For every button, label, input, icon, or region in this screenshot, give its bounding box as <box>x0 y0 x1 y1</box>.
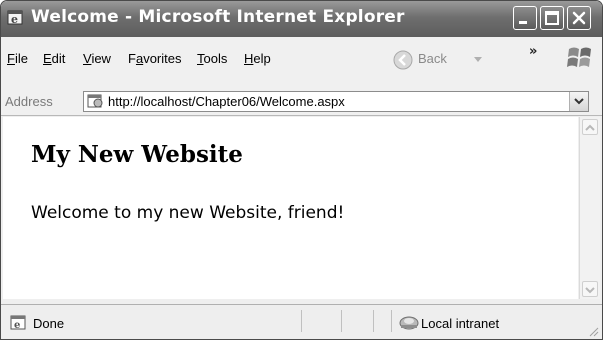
menu-access-key: F <box>7 51 15 66</box>
menu-access-key: E <box>43 51 52 66</box>
toolbar-overflow-chevron[interactable]: » <box>529 44 537 59</box>
chevron-down-icon <box>574 98 584 105</box>
maximize-button[interactable] <box>540 6 564 30</box>
menu-bar: File Edit View Favorites Tools Help Back… <box>1 37 602 90</box>
menu-tools[interactable]: Tools <box>197 51 227 66</box>
menu-edit[interactable]: Edit <box>43 51 65 66</box>
back-button[interactable]: Back <box>390 49 500 71</box>
minimize-button[interactable] <box>513 6 537 30</box>
svg-text:e: e <box>11 13 18 26</box>
resize-grip-icon[interactable] <box>587 325 599 337</box>
page-heading: My New Website <box>31 141 243 168</box>
minimize-icon <box>519 21 527 24</box>
maximize-icon <box>545 11 559 25</box>
back-arrow-icon <box>393 50 413 70</box>
status-divider <box>301 310 302 332</box>
menu-favorites[interactable]: Favorites <box>128 51 181 66</box>
menu-access-key: H <box>244 51 254 66</box>
windows-flag-icon <box>567 47 591 67</box>
page-done-icon: e <box>10 315 26 331</box>
back-label: Back <box>418 51 447 66</box>
menu-help[interactable]: Help <box>244 51 271 66</box>
browser-window: e Welcome - Microsoft Internet Explorer … <box>0 0 603 340</box>
scroll-up-button[interactable] <box>582 119 598 135</box>
menu-access-key: V <box>83 51 92 66</box>
close-button[interactable] <box>567 6 591 30</box>
web-page-icon <box>87 94 103 108</box>
status-text: Done <box>33 316 65 331</box>
address-label: Address <box>5 94 53 109</box>
window-title: Welcome - Microsoft Internet Explorer <box>31 7 405 27</box>
dropdown-arrow-icon <box>474 57 482 62</box>
chevron-down-icon <box>585 287 595 294</box>
menu-file[interactable]: File <box>7 51 28 66</box>
ie-logo-icon: e <box>7 10 23 26</box>
intranet-zone-icon <box>399 316 419 330</box>
status-divider <box>391 310 392 332</box>
address-input[interactable]: http://localhost/Chapter06/Welcome.aspx <box>83 91 589 112</box>
page-content: My New Website Welcome to my new Website… <box>3 117 578 299</box>
title-bar[interactable]: e Welcome - Microsoft Internet Explorer <box>1 1 602 37</box>
vertical-scrollbar[interactable] <box>579 117 600 299</box>
menu-access-key: a <box>135 51 144 66</box>
scroll-down-button[interactable] <box>582 281 598 297</box>
page-body-text: Welcome to my new Website, friend! <box>31 203 345 223</box>
address-dropdown-button[interactable] <box>569 92 588 111</box>
status-divider <box>341 310 342 332</box>
address-bar: Address http://localhost/Chapter06/Welco… <box>1 89 602 116</box>
status-bar: e Done Local intranet <box>1 304 602 339</box>
security-zone-label: Local intranet <box>421 316 500 331</box>
address-url: http://localhost/Chapter06/Welcome.aspx <box>108 94 345 109</box>
menu-view[interactable]: View <box>83 51 111 66</box>
menu-access-key: T <box>197 51 204 66</box>
status-divider <box>373 310 374 332</box>
close-icon <box>572 11 586 25</box>
svg-text:e: e <box>14 320 20 331</box>
chevron-up-icon <box>585 124 595 131</box>
